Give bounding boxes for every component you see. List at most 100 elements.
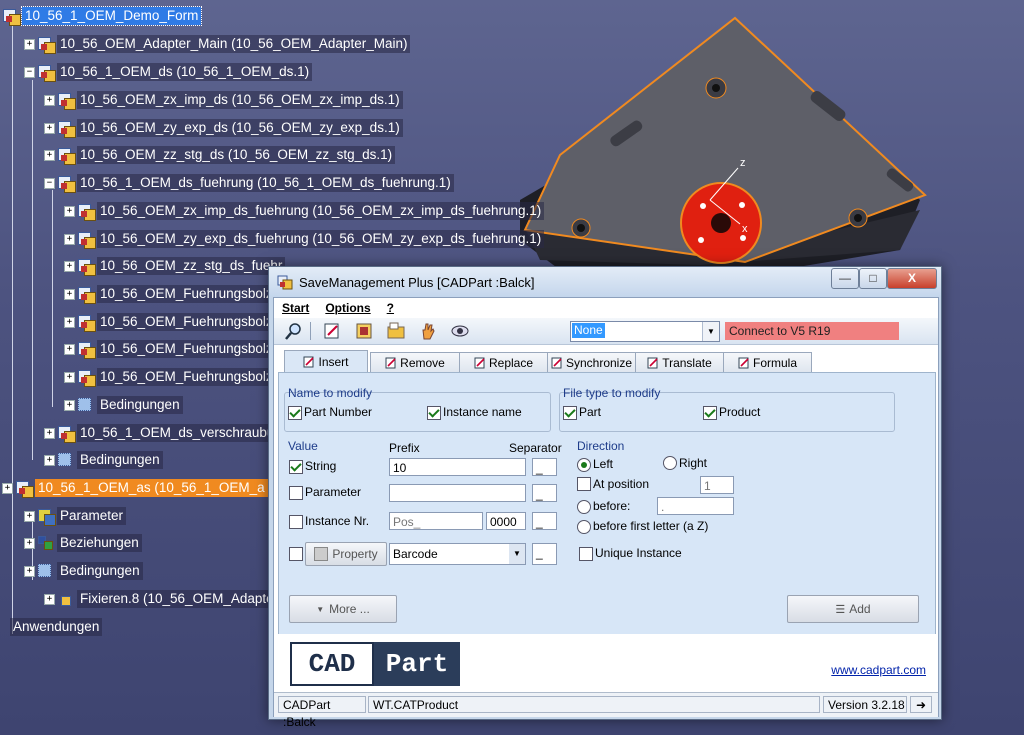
expand-icon[interactable]: + — [44, 149, 55, 161]
at-position-checkbox[interactable] — [577, 477, 591, 491]
property-button[interactable]: Property — [305, 542, 387, 566]
folder-icon[interactable] — [386, 321, 406, 341]
at-position-label: At position — [593, 477, 650, 491]
tree-node[interactable]: +10_56_OEM_zx_imp_ds (10_56_OEM_zx_imp_d… — [44, 90, 403, 110]
expand-icon[interactable]: + — [44, 454, 55, 466]
string-separator-input[interactable]: _ — [532, 458, 557, 476]
tree-node[interactable]: + Bedingungen — [44, 450, 163, 470]
property-checkbox[interactable] — [289, 547, 303, 561]
maximize-button[interactable]: □ — [859, 268, 887, 289]
expand-icon[interactable]: + — [24, 537, 35, 549]
tab-remove[interactable]: Remove — [370, 352, 460, 372]
tree-node[interactable]: +10_56_OEM_zz_stg_ds_fuehr — [64, 256, 286, 276]
close-button[interactable]: X — [887, 268, 937, 289]
before-radio[interactable] — [577, 500, 591, 514]
tree-connector — [12, 22, 13, 634]
expand-icon[interactable]: + — [44, 593, 55, 605]
part-checkbox[interactable] — [563, 406, 577, 420]
property-select[interactable]: Barcode ▼ — [389, 543, 526, 565]
tree-node[interactable]: +10_56_1_OEM_as (10_56_1_OEM_a — [2, 478, 268, 498]
tree-node[interactable]: +10_56_OEM_zz_stg_ds (10_56_OEM_zz_stg_d… — [44, 145, 396, 165]
search-icon[interactable] — [284, 321, 304, 341]
tab-formula[interactable]: Formula — [723, 352, 812, 372]
expand-icon[interactable]: + — [24, 565, 35, 577]
chevron-down-icon[interactable]: ▼ — [702, 322, 719, 341]
parameter-separator-input[interactable]: _ — [532, 484, 557, 502]
target-combo[interactable]: None ▼ — [570, 321, 720, 342]
exit-icon[interactable]: ➜ — [910, 696, 932, 713]
string-checkbox[interactable] — [289, 460, 303, 474]
left-radio[interactable] — [577, 458, 591, 472]
more-button[interactable]: ▼ More ... — [289, 595, 397, 623]
tree-node[interactable]: +10_56_OEM_Fuehrungsbolze — [64, 312, 284, 332]
minimize-button[interactable]: — — [831, 268, 859, 289]
expand-icon[interactable]: + — [64, 288, 75, 300]
at-position-input[interactable]: 1 — [700, 476, 734, 494]
right-radio[interactable] — [663, 456, 677, 470]
expand-icon[interactable]: + — [44, 122, 55, 134]
tree-node[interactable]: + Bedingungen — [64, 395, 183, 415]
instance-nr-prefix-input[interactable]: Pos_ — [389, 512, 483, 530]
tree-node[interactable]: + Bedingungen — [24, 561, 143, 581]
expand-icon[interactable]: + — [64, 399, 75, 411]
tree-node[interactable]: + Beziehungen — [24, 533, 142, 553]
expand-icon[interactable]: + — [64, 233, 75, 245]
tab-translate[interactable]: Translate — [635, 352, 724, 372]
tree-node[interactable]: +10_56_OEM_zx_imp_ds_fuehrung (10_56_OEM… — [64, 201, 545, 221]
menu-help[interactable]: ? — [387, 301, 394, 315]
tree-node[interactable]: Anwendungen — [10, 617, 103, 637]
tree-node[interactable]: +10_56_1_OEM_ds_verschraubur — [44, 423, 282, 443]
constraints-icon — [37, 562, 55, 580]
link-icon[interactable] — [450, 321, 470, 341]
tree-node[interactable]: +10_56_OEM_Adapter_Main (10_56_OEM_Adapt… — [24, 34, 411, 54]
menu-options[interactable]: Options — [325, 301, 370, 315]
tree-node[interactable]: + Fixieren.8 (10_56_OEM_Adapter — [44, 589, 282, 609]
expand-icon[interactable]: + — [64, 343, 75, 355]
tree-node[interactable]: +10_56_OEM_zy_exp_ds_fuehrung (10_56_OEM… — [64, 229, 545, 249]
edit-icon[interactable] — [322, 321, 342, 341]
chevron-down-icon[interactable]: ▼ — [509, 544, 525, 564]
collapse-icon[interactable]: − — [24, 66, 35, 78]
menu-start[interactable]: Start — [282, 301, 309, 315]
expand-icon[interactable]: + — [64, 371, 75, 383]
string-prefix-input[interactable]: 10 — [389, 458, 526, 476]
expand-icon[interactable]: + — [24, 510, 35, 522]
parameter-checkbox[interactable] — [289, 486, 303, 500]
product-checkbox[interactable] — [703, 406, 717, 420]
expand-icon[interactable]: + — [64, 316, 75, 328]
before-first-letter-radio[interactable] — [577, 520, 591, 534]
tree-node[interactable]: − 10_56_1_OEM_ds_fuehrung (10_56_1_OEM_ds… — [44, 173, 454, 193]
expand-icon[interactable]: + — [64, 260, 75, 272]
hand-icon[interactable] — [418, 321, 438, 341]
tab-replace[interactable]: Replace — [459, 352, 548, 372]
tree-node[interactable]: +10_56_OEM_zy_exp_ds (10_56_OEM_zy_exp_d… — [44, 118, 403, 138]
connect-status[interactable]: Connect to V5 R19 — [725, 322, 899, 340]
part-number-checkbox[interactable] — [288, 406, 302, 420]
properties-icon[interactable] — [354, 321, 374, 341]
expand-icon[interactable]: + — [24, 38, 35, 50]
expand-icon[interactable]: + — [44, 94, 55, 106]
property-separator-input[interactable]: _ — [532, 543, 557, 565]
tree-node[interactable]: 10_56_1_OEM_Demo_Form — [2, 6, 203, 26]
before-input[interactable]: . — [657, 497, 734, 515]
tree-node[interactable]: +10_56_OEM_Fuehrungsbolze — [64, 339, 284, 359]
tab-insert[interactable]: Insert — [284, 350, 368, 373]
instance-nr-separator-input[interactable]: _ — [532, 512, 557, 530]
expand-icon[interactable]: + — [44, 427, 55, 439]
website-link[interactable]: www.cadpart.com — [831, 663, 926, 677]
tree-node[interactable]: +10_56_OEM_Fuehrungsbolze — [64, 284, 284, 304]
product-icon — [57, 174, 76, 193]
collapse-icon[interactable]: − — [44, 177, 55, 189]
instance-name-checkbox[interactable] — [427, 406, 441, 420]
expand-icon[interactable]: + — [64, 205, 75, 217]
add-button[interactable]: ☰ Add — [787, 595, 919, 623]
instance-nr-number-input[interactable]: 0000 — [486, 512, 526, 530]
unique-instance-checkbox[interactable] — [579, 547, 593, 561]
tree-node[interactable]: − 10_56_1_OEM_ds (10_56_1_OEM_ds.1) — [24, 62, 313, 82]
tab-synchronize[interactable]: Synchronize — [547, 352, 636, 372]
instance-nr-checkbox[interactable] — [289, 515, 303, 529]
tree-node[interactable]: + Parameter — [24, 506, 127, 526]
expand-icon[interactable]: + — [2, 482, 13, 494]
parameter-prefix-input[interactable] — [389, 484, 526, 502]
tree-node[interactable]: +10_56_OEM_Fuehrungsbolze — [64, 367, 284, 387]
